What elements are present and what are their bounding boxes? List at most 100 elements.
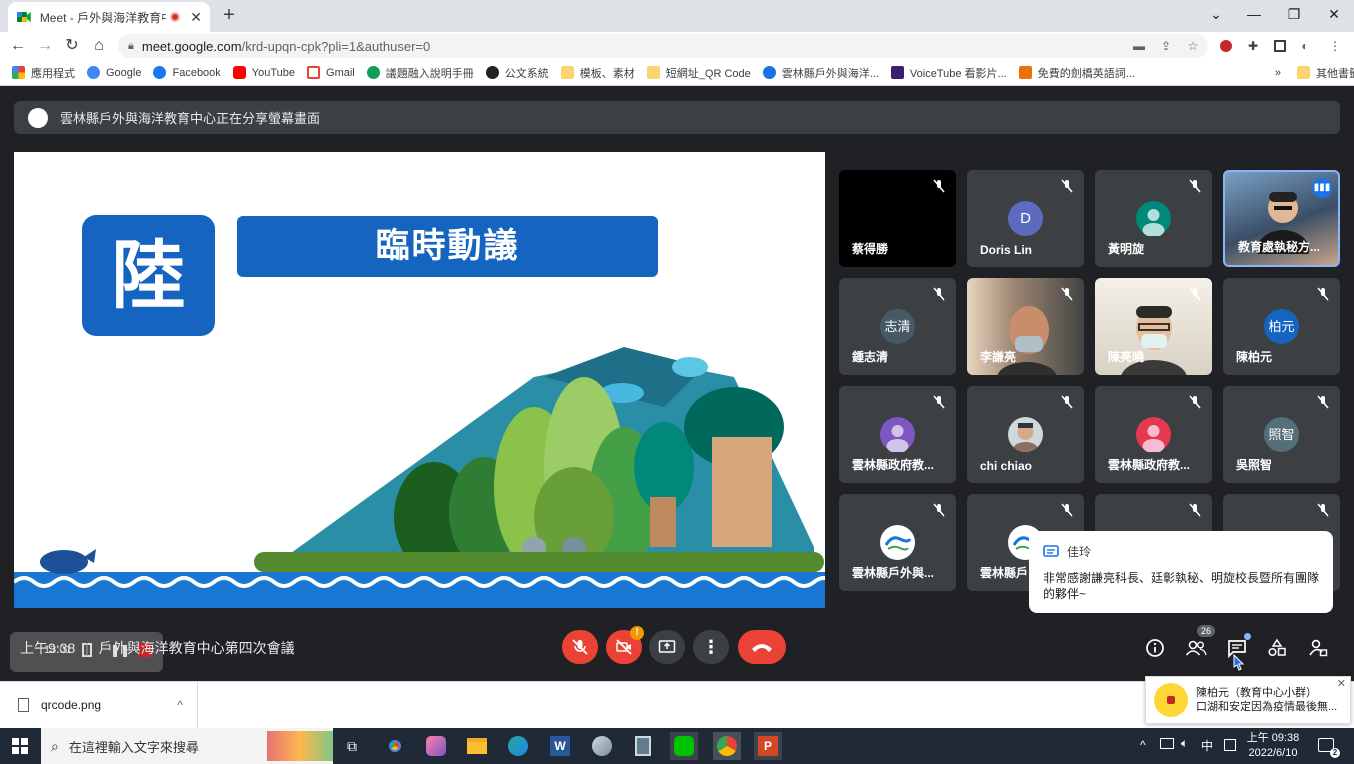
restore-icon[interactable]: ❐ — [1274, 0, 1314, 28]
participant-tile[interactable]: 照智 吳照智 — [1223, 386, 1340, 483]
ime-mode-icon[interactable] — [1224, 739, 1236, 751]
bookmark-other[interactable]: 其他書籤 — [1297, 65, 1354, 81]
participant-tile[interactable]: 雲林縣戶外與... — [839, 494, 956, 591]
line-sticker-icon — [1167, 696, 1175, 704]
network-icon[interactable] — [1160, 738, 1174, 749]
menu-icon[interactable]: ⋮ — [1328, 39, 1342, 53]
taskbar-clock[interactable]: 上午 09:38 2022/6/10 — [1240, 731, 1306, 761]
taskbar-app-camera[interactable] — [422, 732, 450, 760]
present-screen-button[interactable] — [649, 630, 685, 664]
participant-tile[interactable]: 柏元 陳柏元 — [1223, 278, 1340, 375]
host-controls-button[interactable] — [1307, 637, 1329, 659]
address-bar[interactable]: 🔒︎ meet.google.com/krd-upqn-cpk?pli=1&au… — [118, 34, 1208, 58]
globe-icon — [366, 66, 380, 79]
bookmark-google[interactable]: Google — [87, 66, 141, 79]
slide-section-badge: 陸 — [82, 215, 215, 336]
notification-close-icon[interactable]: ✕ — [1337, 677, 1346, 690]
share-icon[interactable]: ⇪ — [1159, 39, 1173, 53]
bookmark-voicetube[interactable]: VoiceTube 看影片... — [890, 65, 1007, 81]
clock-time: 上午 09:38 — [1246, 732, 1300, 744]
bookmark-qrcode[interactable]: 短網址_QR Code — [646, 65, 751, 81]
bookmark-cambridge[interactable]: 免費的劍橋英語詞... — [1018, 65, 1135, 81]
minimize-icon[interactable]: — — [1234, 0, 1274, 28]
taskbar-line[interactable] — [670, 732, 698, 760]
taskbar-file-explorer[interactable] — [463, 732, 491, 760]
volume-icon[interactable]: 🔈︎ — [1181, 736, 1188, 751]
extensions-icon[interactable]: ✚ — [1246, 39, 1260, 53]
hang-up-icon — [752, 644, 772, 652]
taskbar-edge[interactable] — [504, 732, 532, 760]
bookmark-apps[interactable]: 應用程式 — [12, 65, 75, 81]
extension-record-icon[interactable] — [1220, 40, 1232, 52]
more-options-button[interactable]: ⋮ — [693, 630, 729, 664]
download-options-chevron-icon[interactable]: ^ — [177, 698, 183, 712]
participant-name: 李謙亮 — [980, 350, 1017, 364]
camera-toggle-button[interactable]: ! — [606, 626, 644, 664]
participant-tile-active-speaker[interactable]: ▮▮▮ 教育處執秘方... — [1223, 170, 1340, 267]
bookmark-ocean-center[interactable]: 雲林縣戶外與海洋... — [762, 65, 879, 81]
mic-off-icon — [1060, 179, 1074, 193]
mic-off-icon — [932, 179, 946, 193]
taskbar-word[interactable]: W — [546, 732, 574, 760]
task-view-button[interactable]: ⧉ — [338, 732, 366, 760]
participant-tile[interactable]: 蔡得勝 — [839, 170, 956, 267]
bookmark-facebook[interactable]: Facebook — [153, 66, 221, 79]
taskbar-chrome[interactable] — [381, 732, 409, 760]
app-icon — [592, 736, 612, 756]
avatar: 照智 — [1264, 417, 1299, 452]
bookmark-manual[interactable]: 議題融入說明手冊 — [366, 65, 474, 81]
taskbar-app[interactable] — [588, 732, 616, 760]
taskbar-search-box[interactable]: ⌕ 在這裡輸入文字來搜尋 — [41, 728, 333, 764]
activities-button[interactable] — [1266, 637, 1288, 659]
start-button[interactable] — [6, 732, 34, 760]
meeting-details-button[interactable] — [1144, 637, 1166, 659]
desktop-notification[interactable]: 陳柏元（教育中心小群） 口湖和安定因為疫情最後無... ✕ — [1145, 676, 1351, 724]
bookmark-document-system[interactable]: 公文系統 — [485, 65, 549, 81]
windows-logo-icon — [12, 738, 28, 754]
side-panel-icon[interactable] — [1274, 40, 1286, 52]
participant-tile[interactable]: D Doris Lin — [967, 170, 1084, 267]
bookmarks-overflow-button[interactable]: » — [1275, 67, 1281, 79]
profile-icon[interactable]: ◐ — [1298, 39, 1312, 53]
tab-close-icon[interactable]: ✕ — [190, 9, 202, 26]
download-item[interactable]: qrcode.png ^ — [8, 682, 198, 728]
participant-tile[interactable]: 陳亮曉 — [1095, 278, 1212, 375]
bookmark-youtube[interactable]: YouTube — [232, 66, 295, 79]
participant-tile[interactable]: 志清 鍾志清 — [839, 278, 956, 375]
bookmark-gmail[interactable]: Gmail — [307, 66, 355, 79]
reload-icon[interactable]: ↻ — [62, 36, 82, 56]
mic-toggle-button[interactable] — [562, 630, 598, 664]
back-icon[interactable]: ← — [8, 36, 28, 56]
people-button[interactable]: 26 — [1185, 625, 1216, 659]
participant-tile[interactable]: 李謙亮 — [967, 278, 1084, 375]
share-banner-text: 雲林縣戶外與海洋教育中心正在分享螢幕畫面 — [60, 111, 321, 126]
people-icon — [1185, 640, 1207, 656]
window-close-icon[interactable]: ✕ — [1314, 0, 1354, 28]
bookmarks-bar: 應用程式 Google Facebook YouTube Gmail 議題融入說… — [0, 60, 1354, 86]
taskbar-chrome-active[interactable] — [713, 732, 741, 760]
participant-tile[interactable]: 雲林縣政府教... — [839, 386, 956, 483]
forward-icon[interactable]: → — [35, 36, 55, 56]
camera-icon[interactable]: ▬ — [1132, 39, 1146, 53]
taskbar-calculator[interactable] — [629, 732, 657, 760]
chat-message-toast[interactable]: 佳玲 非常感謝謙亮科長、廷彰執秘、明旋校長暨所有團隊的夥伴~ — [1029, 531, 1333, 613]
home-icon[interactable]: ⌂ — [89, 36, 109, 56]
action-center-button[interactable]: 2 — [1316, 736, 1340, 758]
meeting-info: 上午9:38 | 戶外與海洋教育中心第四次會議 — [20, 638, 295, 658]
search-highlight-image — [267, 731, 333, 761]
participant-tile[interactable]: 雲林縣政府教... — [1095, 386, 1212, 483]
taskbar-powerpoint[interactable]: P — [754, 732, 782, 760]
bookmark-star-icon[interactable]: ☆ — [1186, 39, 1200, 53]
new-tab-button[interactable]: + — [218, 4, 240, 26]
participant-tile[interactable]: 黃明旋 — [1095, 170, 1212, 267]
folder-icon — [560, 66, 574, 79]
leave-call-button[interactable] — [738, 630, 786, 664]
tab-search-icon[interactable]: ⌄ — [1196, 0, 1236, 28]
participant-name: Doris Lin — [980, 243, 1033, 257]
tray-overflow-icon[interactable]: ^ — [1140, 738, 1146, 752]
chrome-icon — [717, 736, 737, 756]
bookmark-templates[interactable]: 模板、素材 — [560, 65, 635, 81]
ime-indicator[interactable]: 中 — [1201, 737, 1213, 754]
tab-meet[interactable]: Meet - 戶外與海洋教育中心 ✕ — [8, 2, 210, 32]
participant-tile[interactable]: chi chiao — [967, 386, 1084, 483]
